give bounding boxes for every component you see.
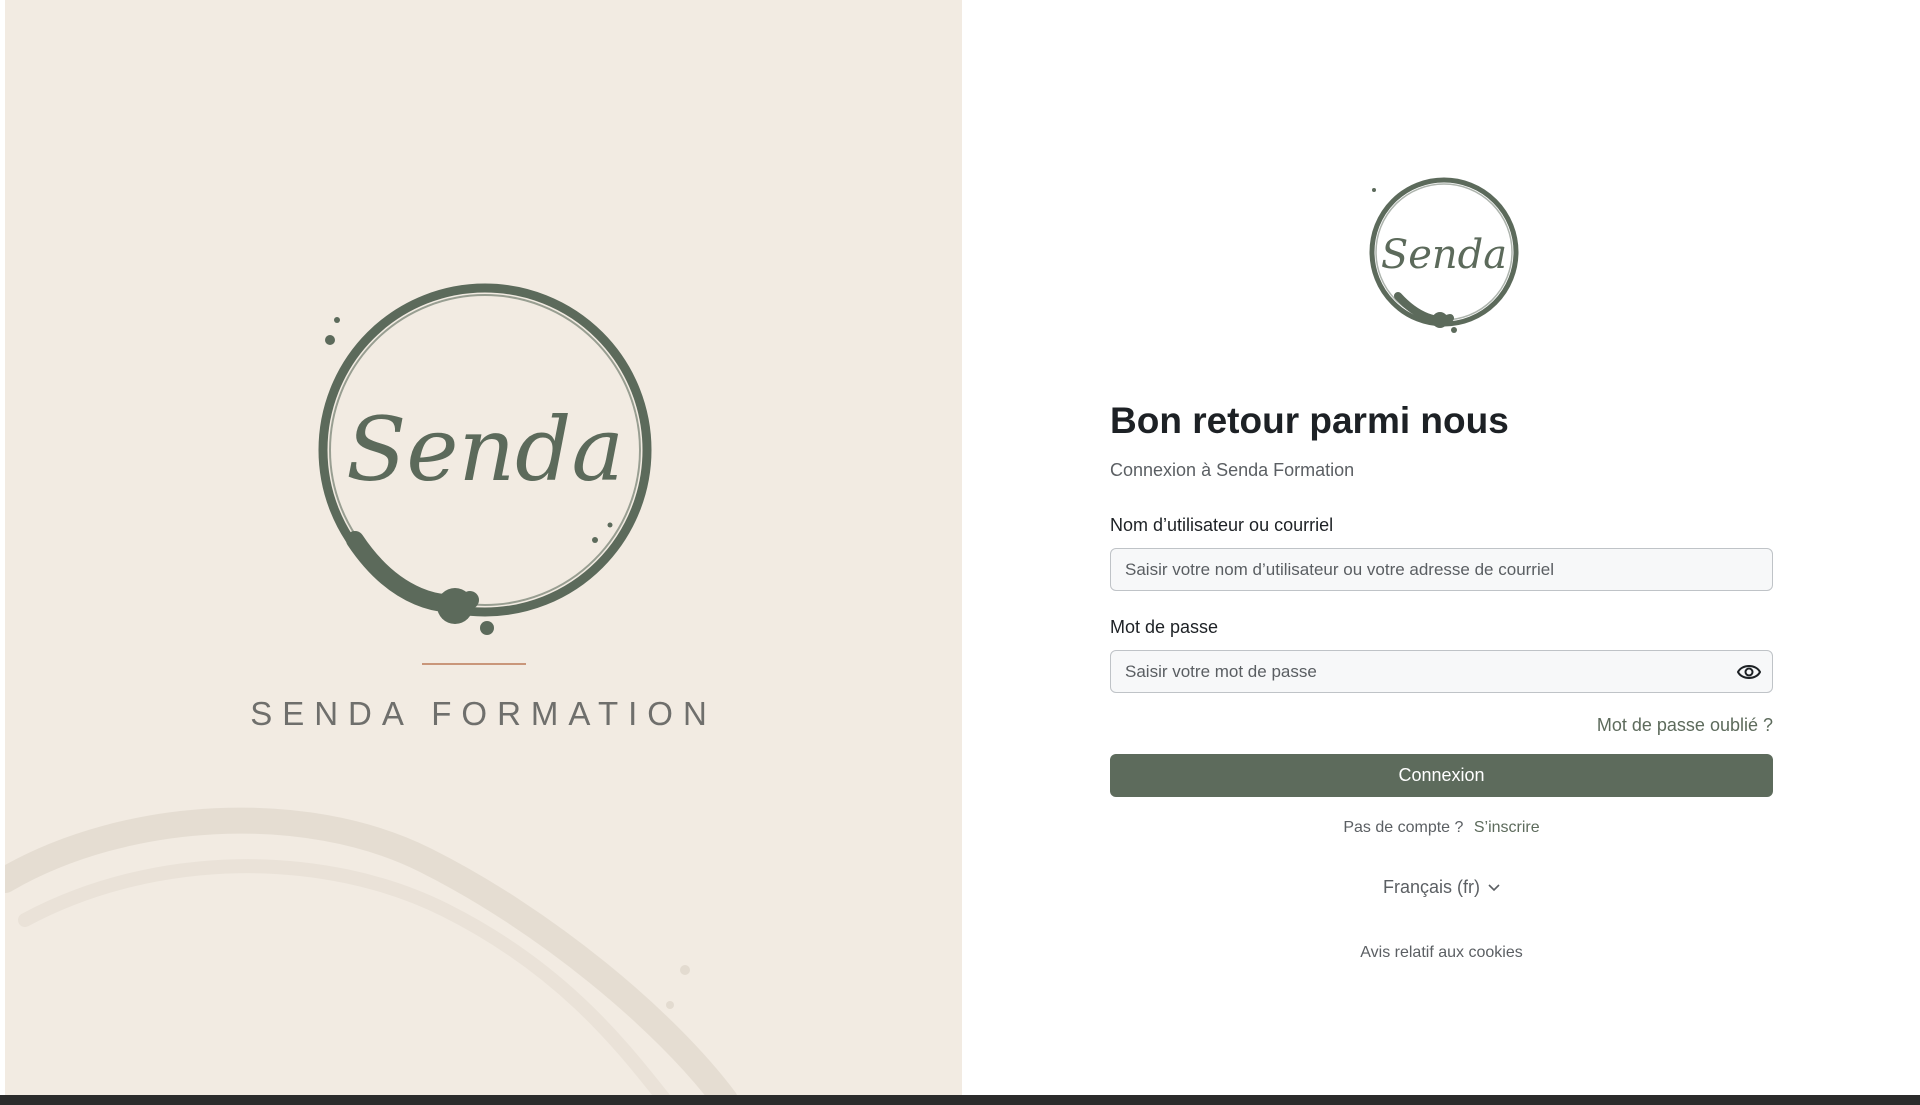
brand-panel: Senda SENDA FORMATION [5,0,962,1095]
brand-divider [422,663,526,665]
no-account-text: Pas de compte ? [1343,819,1464,836]
cookie-row: Avis relatif aux cookies [1110,944,1773,962]
background-swirl [5,807,737,1095]
login-form: Bon retour parmi nous Connexion à Senda … [1110,396,1773,962]
eye-icon[interactable] [1737,661,1761,683]
form-logo: Senda [1369,177,1519,333]
username-label: Nom d’utilisateur ou courriel [1110,515,1334,535]
signup-link[interactable]: S’inscrire [1474,819,1540,836]
chevron-down-icon [1488,883,1500,891]
language-selector[interactable]: Français (fr) [1383,877,1500,898]
login-button[interactable]: Connexion [1110,754,1773,797]
senda-logo: Senda [318,283,652,635]
page-subtitle: Connexion à Senda Formation [1110,460,1355,480]
bottom-bar [0,1095,1920,1105]
forgot-password-link[interactable]: Mot de passe oublié ? [1597,715,1773,735]
username-field-wrap [1110,548,1773,591]
forgot-row: Mot de passe oublié ? [1110,715,1773,736]
page-title: Bon retour parmi nous [1110,400,1509,441]
form-logo-wordmark: Senda [1381,232,1507,278]
password-input[interactable] [1110,650,1773,693]
username-input[interactable] [1110,548,1773,591]
password-label: Mot de passe [1110,617,1219,637]
signup-row: Pas de compte ? S’inscrire [1110,819,1773,837]
password-field-wrap [1110,650,1773,693]
logo-wordmark: Senda [346,398,624,501]
cookie-notice-link[interactable]: Avis relatif aux cookies [1360,944,1522,961]
language-row: Français (fr) [1110,877,1773,898]
language-label: Français (fr) [1382,877,1480,897]
brand-name: SENDA FORMATION [250,695,717,732]
